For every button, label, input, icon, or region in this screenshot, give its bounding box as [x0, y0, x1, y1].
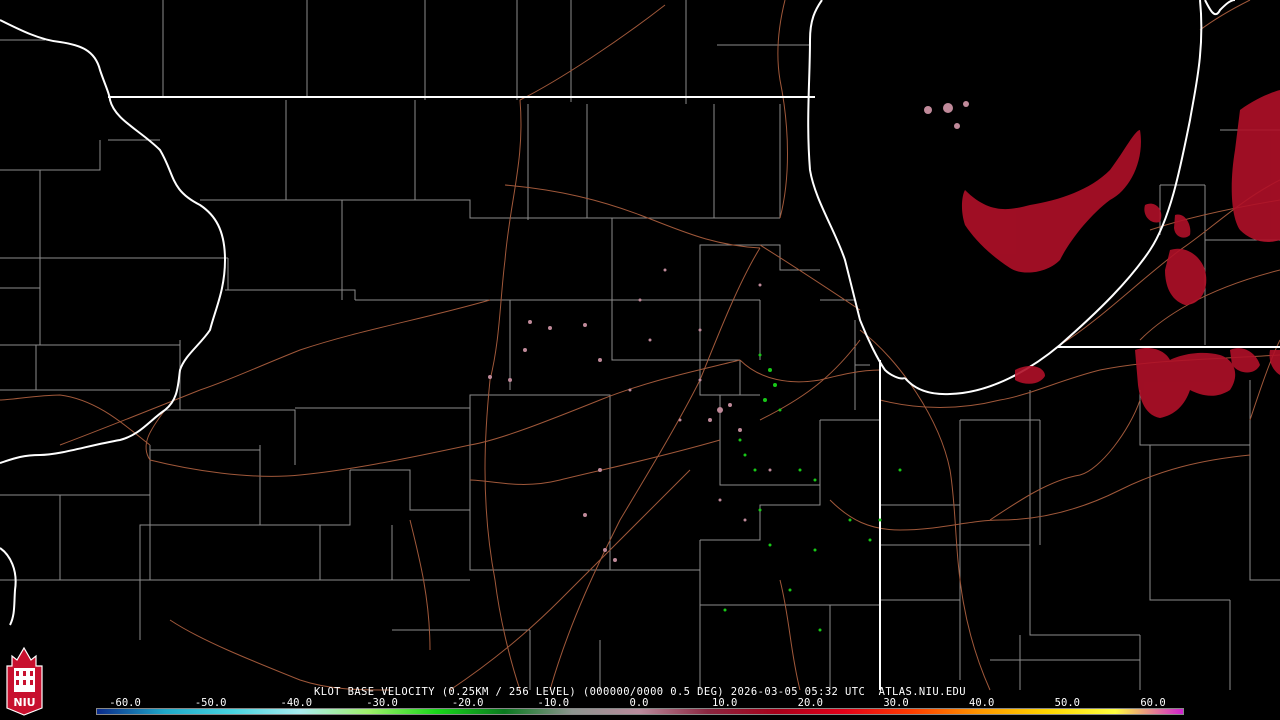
radar-map [0, 0, 1280, 720]
niu-logo: NIU [6, 646, 43, 716]
logo-text: NIU [13, 696, 35, 709]
velocity-colorbar [96, 708, 1184, 715]
